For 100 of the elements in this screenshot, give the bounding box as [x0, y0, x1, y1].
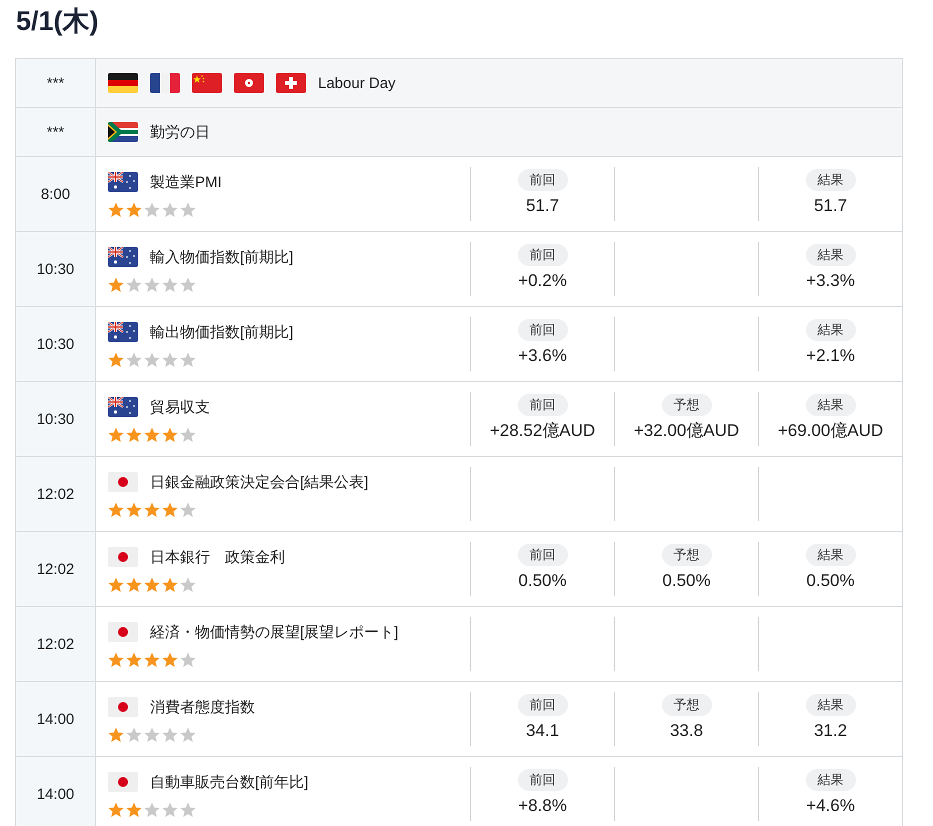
- previous-label: 前回: [518, 244, 568, 266]
- time-label: ***: [46, 74, 64, 92]
- australian-flag-icon: [108, 397, 138, 417]
- previous-value: +3.6%: [518, 345, 567, 367]
- event-name[interactable]: 輸入物価指数[前期比]: [150, 248, 294, 266]
- event-name[interactable]: 製造業PMI: [150, 172, 222, 192]
- previous-label: 前回: [518, 169, 568, 191]
- time-label: 12:02: [36, 560, 74, 578]
- japanese-flag-icon: [108, 772, 138, 792]
- result-label: 結果: [806, 769, 856, 791]
- star-icon: [108, 727, 124, 743]
- time-label: 12:02: [36, 486, 74, 502]
- date-heading: 5/1(木): [16, 5, 100, 38]
- event-name[interactable]: 日銀金融政策決定会合[結果公表]: [150, 472, 368, 492]
- star-icon: [144, 427, 160, 443]
- star-icon: [180, 277, 196, 293]
- time-label: ***: [46, 124, 64, 140]
- result-value: 0.50%: [806, 570, 855, 592]
- result-value: 51.7: [814, 195, 848, 217]
- star-icon: [180, 202, 196, 218]
- holiday-name: 勤労の日: [150, 122, 210, 142]
- star-icon: [108, 277, 124, 293]
- japanese-flag-icon: [108, 472, 138, 492]
- event-name[interactable]: 自動車販売台数[前年比]: [150, 772, 308, 792]
- forecast-value: +32.00億AUD: [634, 420, 740, 442]
- time-label: 10:30: [36, 410, 74, 428]
- star-icon: [126, 277, 142, 293]
- star-icon: [162, 727, 178, 743]
- result-label: 結果: [806, 394, 856, 416]
- star-icon: [144, 277, 160, 293]
- time-label: 10:30: [36, 336, 74, 352]
- star-icon: [144, 802, 160, 818]
- star-icon: [180, 727, 196, 743]
- forecast-label: 予想: [662, 694, 712, 716]
- german-flag-icon: [108, 73, 138, 93]
- star-icon: [162, 577, 178, 593]
- star-icon: [126, 427, 142, 443]
- star-icon: [144, 652, 160, 668]
- time-label: 14:00: [36, 786, 74, 802]
- previous-label: 前回: [518, 394, 568, 416]
- previous-label: 前回: [518, 319, 568, 341]
- star-icon: [144, 577, 160, 593]
- star-icon: [108, 577, 124, 593]
- japanese-flag-icon: [108, 697, 138, 717]
- time-label: 8:00: [40, 186, 70, 202]
- previous-label: 前回: [518, 694, 568, 716]
- star-icon: [162, 427, 178, 443]
- star-icon: [126, 577, 142, 593]
- result-value: +2.1%: [806, 345, 855, 367]
- chinese-flag-icon: [192, 73, 222, 93]
- forecast-label: 予想: [662, 544, 712, 566]
- result-label: 結果: [806, 544, 856, 566]
- star-icon: [108, 502, 124, 518]
- event-name[interactable]: 輸出物価指数[前期比]: [150, 322, 294, 342]
- star-icon: [108, 652, 124, 668]
- forecast-value: 0.50%: [662, 570, 711, 592]
- star-icon: [144, 502, 160, 518]
- event-name[interactable]: 消費者態度指数: [150, 698, 255, 716]
- star-icon: [108, 802, 124, 818]
- star-icon: [180, 352, 196, 368]
- result-value: +4.6%: [806, 795, 855, 817]
- star-icon: [126, 202, 142, 218]
- star-icon: [162, 352, 178, 368]
- japanese-flag-icon: [108, 547, 138, 567]
- previous-value: 34.1: [526, 720, 560, 742]
- japanese-flag-icon: [108, 622, 138, 642]
- star-icon: [180, 652, 196, 668]
- previous-value: +8.8%: [518, 795, 567, 817]
- event-name[interactable]: 貿易収支: [150, 398, 210, 416]
- event-name[interactable]: 日本銀行 政策金利: [150, 548, 285, 566]
- star-icon: [180, 577, 196, 593]
- star-icon: [180, 802, 196, 818]
- previous-label: 前回: [518, 769, 568, 791]
- star-icon: [126, 652, 142, 668]
- south-african-flag-icon: [108, 122, 138, 142]
- previous-value: 0.50%: [518, 570, 567, 592]
- star-icon: [162, 802, 178, 818]
- star-icon: [180, 427, 196, 443]
- star-icon: [144, 727, 160, 743]
- result-value: +69.00億AUD: [778, 420, 884, 442]
- star-icon: [126, 727, 142, 743]
- time-label: 10:30: [36, 260, 74, 278]
- result-value: 31.2: [814, 720, 848, 742]
- australian-flag-icon: [108, 322, 138, 342]
- australian-flag-icon: [108, 172, 138, 192]
- result-label: 結果: [806, 319, 856, 341]
- star-icon: [126, 352, 142, 368]
- event-name[interactable]: 経済・物価情勢の展望[展望レポート]: [150, 622, 398, 642]
- result-value: +3.3%: [806, 270, 855, 292]
- forecast-label: 予想: [662, 394, 712, 416]
- result-label: 結果: [806, 169, 856, 191]
- star-icon: [108, 352, 124, 368]
- forecast-value: 33.8: [670, 720, 704, 742]
- star-icon: [126, 502, 142, 518]
- time-label: 12:02: [36, 636, 74, 652]
- french-flag-icon: [150, 73, 180, 93]
- star-icon: [126, 802, 142, 818]
- previous-value: +28.52億AUD: [490, 420, 596, 442]
- time-label: 14:00: [36, 710, 74, 728]
- star-icon: [144, 352, 160, 368]
